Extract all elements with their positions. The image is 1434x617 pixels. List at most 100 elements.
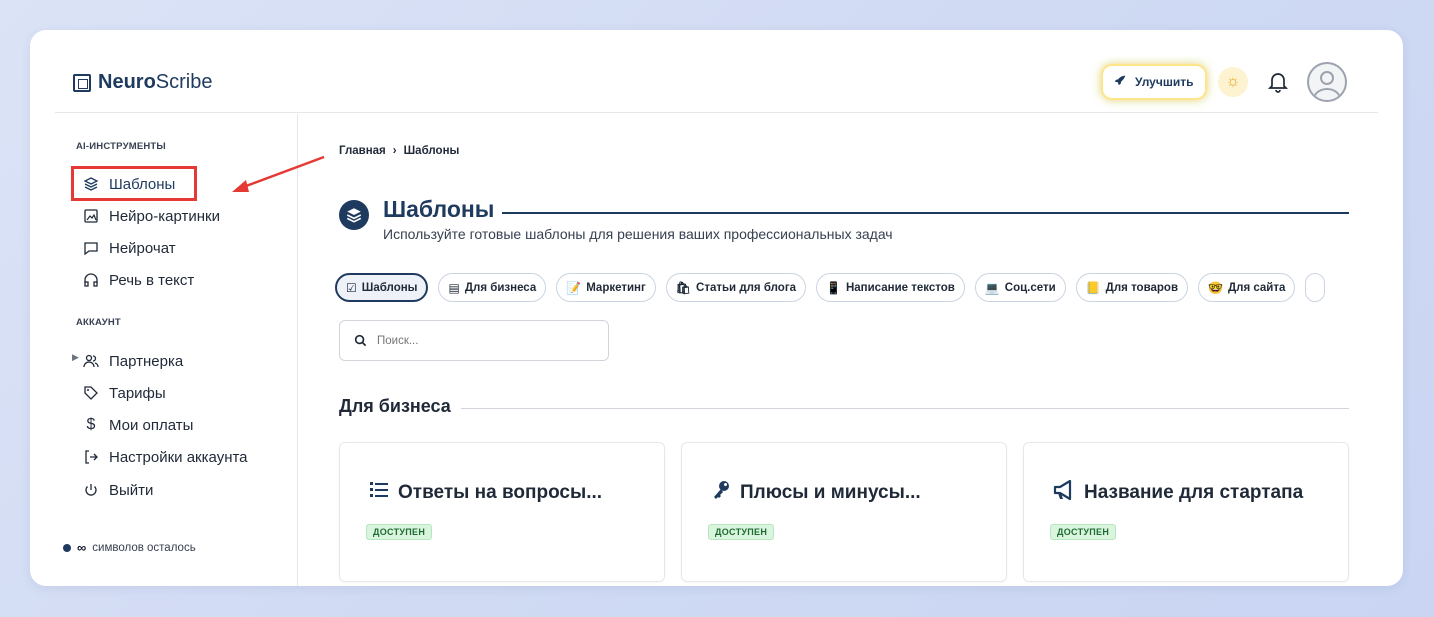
breadcrumb: Главная › Шаблоны xyxy=(339,145,459,157)
sidebar-item-neuro-images[interactable]: Нейро-картинки xyxy=(83,206,220,226)
chip-more[interactable] xyxy=(1305,273,1326,302)
shopping-bags-icon: 🛍 xyxy=(675,280,692,295)
sidebar-item-logout[interactable]: Выйти xyxy=(83,480,153,500)
layers-icon xyxy=(339,200,369,230)
template-cards: Ответы на вопросы... ДОСТУПЕН Плюсы и ми… xyxy=(339,442,1349,582)
breadcrumb-home[interactable]: Главная xyxy=(339,145,386,157)
bell-icon[interactable] xyxy=(1266,69,1290,95)
search-box[interactable] xyxy=(339,320,609,361)
top-bar: NeuroScribe Улучшить ☼ xyxy=(55,55,1378,113)
credits-text: символов осталось xyxy=(92,541,196,554)
sidebar-item-tariffs[interactable]: Тарифы xyxy=(83,383,166,403)
sidebar-item-label: Нейрочат xyxy=(109,239,176,257)
page-subtitle: Используйте готовые шаблоны для решения … xyxy=(383,226,893,242)
card-title-text: Ответы на вопросы... xyxy=(398,482,603,503)
chip-blog-articles[interactable]: 🛍 Статьи для блога xyxy=(665,273,807,302)
chip-website[interactable]: 🤓 Для сайта xyxy=(1198,273,1296,302)
rocket-icon xyxy=(1113,74,1127,91)
chip-label: Соц.сети xyxy=(1004,281,1056,294)
chip-label: Для сайта xyxy=(1227,281,1286,294)
sidebar-item-label: Речь в текст xyxy=(109,271,195,289)
screenshot-frame: NeuroScribe Улучшить ☼ AI-ИНСТРУМЕНТЫ Ша… xyxy=(30,30,1403,586)
checkbox-icon: ☑ xyxy=(346,280,357,295)
card-title: Название для стартапа xyxy=(1052,479,1303,507)
sidebar-item-label: Тарифы xyxy=(109,384,166,402)
chip-social[interactable]: 💻 Соц.сети xyxy=(974,273,1066,302)
power-icon xyxy=(85,484,97,496)
section-label-tools: AI-ИНСТРУМЕНТЫ xyxy=(76,141,166,152)
page-title: Шаблоны xyxy=(383,196,503,223)
ledger-icon: 📒 xyxy=(1085,280,1101,295)
chip-marketing[interactable]: 📝 Маркетинг xyxy=(556,273,656,302)
sidebar-item-partner[interactable]: Партнерка xyxy=(83,351,183,371)
logo-icon xyxy=(73,73,91,92)
search-input[interactable] xyxy=(377,334,597,347)
key-icon xyxy=(710,479,732,507)
section-divider xyxy=(459,408,1349,409)
sidebar-item-payments[interactable]: $ Мои оплаты xyxy=(83,415,194,435)
status-dot xyxy=(63,543,71,552)
breadcrumb-separator: › xyxy=(392,145,397,157)
sidebar-item-label: Мои оплаты xyxy=(109,416,194,434)
chip-products[interactable]: 📒 Для товаров xyxy=(1075,273,1189,302)
chip-templates[interactable]: ☑ Шаблоны xyxy=(335,273,429,302)
logo[interactable]: NeuroScribe xyxy=(73,71,213,94)
template-card[interactable]: Ответы на вопросы... ДОСТУПЕН xyxy=(339,442,665,582)
status-badge: ДОСТУПЕН xyxy=(1050,524,1117,540)
search-icon xyxy=(354,334,367,347)
credits-remaining: ∞ символов осталось xyxy=(63,540,196,555)
upgrade-button[interactable]: Улучшить xyxy=(1103,66,1206,98)
phone-icon: 📱 xyxy=(826,280,841,295)
section-label-account: АККАУНТ xyxy=(76,317,121,328)
layers-icon xyxy=(83,177,99,191)
megaphone-icon xyxy=(1052,479,1076,507)
tag-icon xyxy=(84,386,98,400)
status-badge: ДОСТУПЕН xyxy=(708,524,775,540)
title-divider xyxy=(489,212,1349,214)
chip-label: Маркетинг xyxy=(586,281,646,294)
chip-label: Для бизнеса xyxy=(464,281,537,294)
chevron-right-icon[interactable]: ▶ xyxy=(72,352,79,363)
sidebar-item-account-settings[interactable]: Настройки аккаунта xyxy=(83,447,248,467)
headphones-icon xyxy=(84,273,98,287)
card-title-text: Название для стартапа xyxy=(1084,482,1304,503)
logo-text: NeuroScribe xyxy=(98,71,213,93)
memo-icon: 📝 xyxy=(566,280,582,295)
sidebar-item-neurochat[interactable]: Нейрочат xyxy=(83,238,176,258)
template-card[interactable]: Название для стартапа ДОСТУПЕН xyxy=(1023,442,1349,582)
card-title: Ответы на вопросы... xyxy=(368,479,602,507)
chip-business[interactable]: ▤ Для бизнеса xyxy=(438,273,547,302)
user-avatar-icon[interactable] xyxy=(1307,62,1347,102)
category-filter: ☑ Шаблоны ▤ Для бизнеса 📝 Маркетинг 🛍 Статьи… xyxy=(335,273,1326,302)
card-title: Плюсы и минусы... xyxy=(710,479,921,507)
image-icon xyxy=(84,209,98,223)
main-content: Главная › Шаблоны Шаблоны Используйте го… xyxy=(298,114,1378,586)
laptop-icon: 💻 xyxy=(984,280,1000,295)
infinity-symbol: ∞ xyxy=(77,540,87,555)
users-icon xyxy=(83,354,99,368)
card-title-text: Плюсы и минусы... xyxy=(740,482,921,503)
sidebar-item-label: Настройки аккаунта xyxy=(109,448,248,466)
chip-copywriting[interactable]: 📱 Написание текстов xyxy=(816,273,965,302)
sidebar-item-templates[interactable]: Шаблоны xyxy=(83,174,175,194)
sidebar-item-label: Нейро-картинки xyxy=(109,207,220,225)
status-badge: ДОСТУПЕН xyxy=(366,524,433,540)
upgrade-label: Улучшить xyxy=(1135,75,1194,89)
sidebar-item-label: Партнерка xyxy=(109,352,184,370)
sidebar-item-label: Выйти xyxy=(109,481,154,499)
sun-icon[interactable]: ☼ xyxy=(1218,67,1248,97)
sidebar-item-speech-to-text[interactable]: Речь в текст xyxy=(83,270,194,290)
section-title: Для бизнеса xyxy=(339,396,461,417)
chip-label: Шаблоны xyxy=(361,281,418,294)
chip-label: Для товаров xyxy=(1105,281,1179,294)
notebook-icon: ▤ xyxy=(448,280,460,295)
template-card[interactable]: Плюсы и минусы... ДОСТУПЕН xyxy=(681,442,1007,582)
breadcrumb-current: Шаблоны xyxy=(403,145,460,157)
dollar-icon: $ xyxy=(86,416,96,433)
sidebar-item-label: Шаблоны xyxy=(109,175,176,193)
chip-label: Написание текстов xyxy=(845,281,955,294)
app-window: NeuroScribe Улучшить ☼ AI-ИНСТРУМЕНТЫ Ша… xyxy=(55,55,1378,586)
login-icon xyxy=(85,450,98,464)
chat-icon xyxy=(84,242,98,256)
list-icon xyxy=(368,479,390,507)
